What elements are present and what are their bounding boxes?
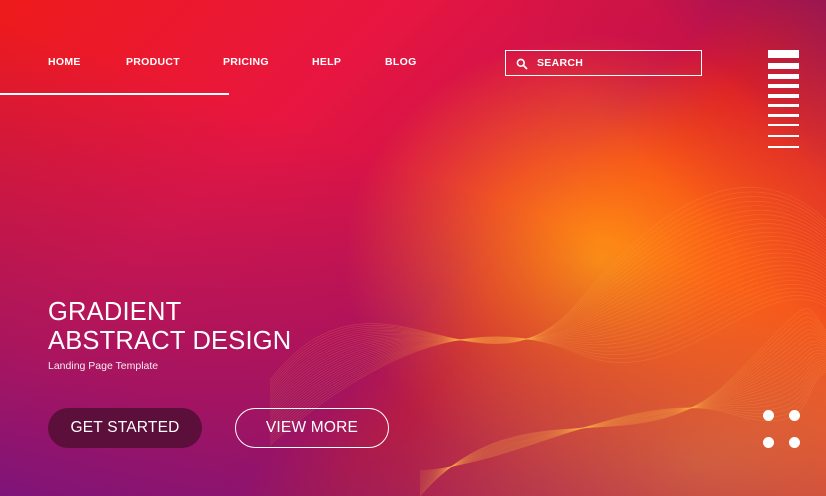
wave-line <box>419 363 826 476</box>
nav-active-underline <box>0 93 229 95</box>
wave-line <box>269 240 826 410</box>
wave-line <box>269 264 826 424</box>
hamburger-menu-icon[interactable] <box>768 50 799 154</box>
wave-line <box>419 361 826 478</box>
hero-subtitle: Landing Page Template <box>48 360 159 372</box>
wave-line <box>419 317 826 494</box>
wave-line <box>269 227 826 402</box>
wave-line <box>269 248 826 414</box>
wave-line <box>419 312 826 496</box>
wave-line <box>419 365 826 475</box>
search-box[interactable]: SEARCH <box>505 50 702 76</box>
wave-line <box>269 186 826 381</box>
wave-line <box>419 329 826 491</box>
four-dots-icon <box>762 409 802 451</box>
wave-line <box>419 344 826 486</box>
wave-line <box>269 260 826 422</box>
wave-line <box>269 256 826 419</box>
wave-line <box>269 196 826 386</box>
wave-line <box>419 350 826 484</box>
wave-line <box>419 369 826 473</box>
wave-line <box>269 236 826 407</box>
wave-line <box>419 352 826 482</box>
wave-line <box>419 333 826 490</box>
wave-line <box>269 200 826 388</box>
wave-line <box>269 268 826 426</box>
wave-line <box>269 252 826 417</box>
wave-line <box>269 231 826 405</box>
nav-item-help[interactable]: HELP <box>312 56 341 68</box>
wave-line <box>419 321 826 493</box>
wave-line <box>419 308 826 496</box>
hero-title-line2: ABSTRACT DESIGN <box>48 327 292 355</box>
wave-line <box>269 244 826 412</box>
wave-line <box>419 367 826 474</box>
wave-line <box>419 371 826 472</box>
wave-line <box>269 191 826 383</box>
wave-line <box>419 347 826 485</box>
get-started-button[interactable]: GET STARTED <box>48 408 202 448</box>
nav-item-blog[interactable]: BLOG <box>385 56 417 68</box>
wave-line <box>419 337 826 488</box>
wave-line <box>419 359 826 479</box>
hero-title-line1: GRADIENT <box>48 298 182 326</box>
search-icon <box>516 57 528 70</box>
nav-item-product[interactable]: PRODUCT <box>126 56 180 68</box>
view-more-button[interactable]: VIEW MORE <box>235 408 389 448</box>
nav-item-pricing[interactable]: PRICING <box>223 56 269 68</box>
wave-line <box>269 209 826 393</box>
wave-line <box>269 218 826 398</box>
wave-line <box>269 214 826 395</box>
wave-line <box>419 325 826 492</box>
search-input[interactable]: SEARCH <box>537 57 583 69</box>
wave-line <box>269 223 826 400</box>
wave-line <box>419 340 826 487</box>
hero-title: GRADIENT ABSTRACT DESIGN <box>48 298 291 356</box>
wave-line <box>269 205 826 390</box>
wave-line <box>269 272 826 429</box>
wave-line <box>419 355 826 481</box>
wave-line <box>419 357 826 480</box>
nav-item-home[interactable]: HOME <box>48 56 81 68</box>
